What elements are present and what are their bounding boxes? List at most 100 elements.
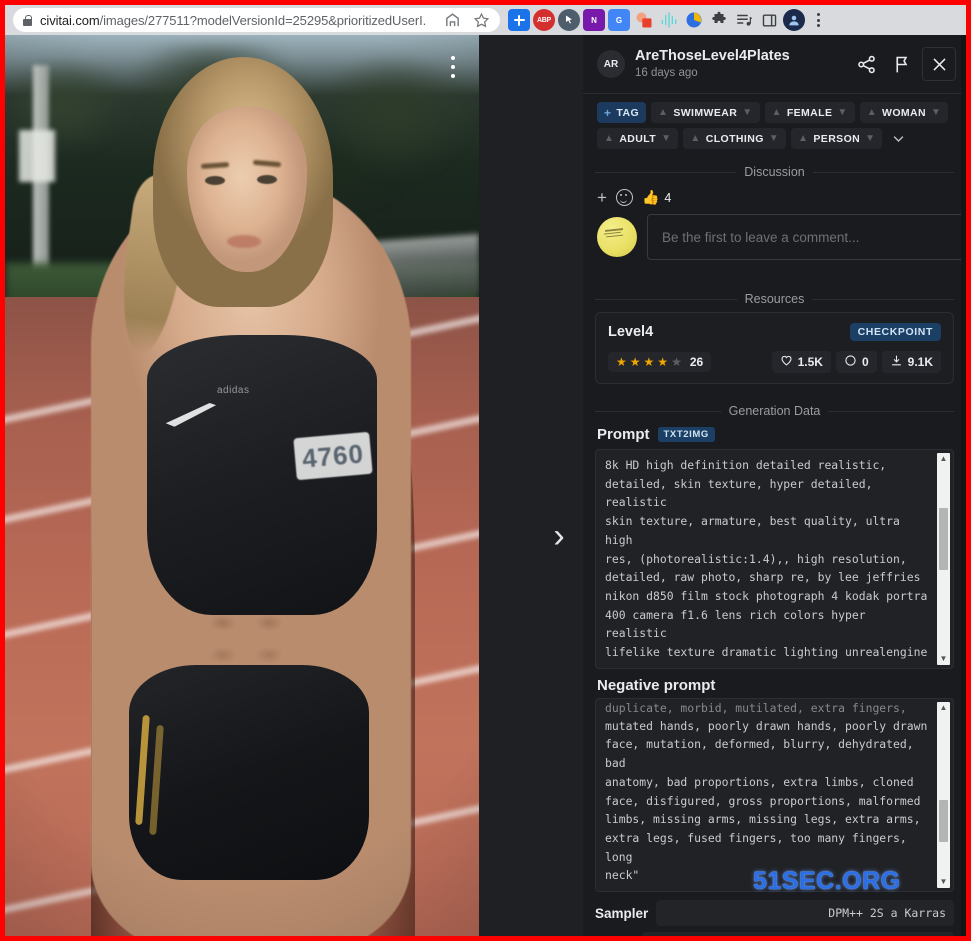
prompt-text: 8k HD high definition detailed realistic… <box>605 458 928 660</box>
chevron-down-icon[interactable] <box>887 128 909 149</box>
avatar[interactable]: AR <box>597 50 625 78</box>
resource-name[interactable]: Level4 <box>608 324 653 340</box>
scroll-up-arrow-icon[interactable]: ▲ <box>940 703 948 712</box>
comment-input[interactable]: Be the first to leave a comment... <box>647 214 966 260</box>
thumbs-up-reaction[interactable]: 👍 4 <box>642 189 671 206</box>
tag-label: SWIMWEAR <box>673 106 738 119</box>
negative-prompt-scrollbar[interactable]: ▲ ▼ <box>937 701 950 889</box>
google-translate-icon[interactable]: G <box>608 9 630 31</box>
address-bar[interactable]: civitai.com/images/277511?modelVersionId… <box>13 8 500 32</box>
tag-adult[interactable]: ▲ ADULT ▼ <box>597 128 679 149</box>
star-bookmark-icon[interactable] <box>473 12 490 29</box>
user-info: AreThoseLevel4Plates 16 days ago <box>635 47 790 80</box>
prompt-label: Prompt <box>597 426 650 443</box>
downvote-arrow-icon[interactable]: ▼ <box>931 107 941 118</box>
side-panel-icon[interactable] <box>758 9 780 31</box>
viewer-gutter <box>479 35 583 936</box>
tag-clothing[interactable]: ▲ CLOTHING ▼ <box>683 128 787 149</box>
next-image-chevron-icon[interactable]: › <box>539 511 579 561</box>
tag-label: TAG <box>616 106 640 119</box>
discussion-section-title: Discussion <box>583 157 966 185</box>
status-badge: CHECKPOINT <box>849 323 941 341</box>
close-icon[interactable] <box>922 47 956 81</box>
prompt-header: Prompt TXT2IMG <box>595 424 954 449</box>
browser-toolbar: civitai.com/images/277511?modelVersionId… <box>5 5 966 35</box>
race-bib-number: 4760 <box>293 431 373 481</box>
profile-avatar-icon[interactable] <box>783 9 805 31</box>
upvote-arrow-icon[interactable]: ▲ <box>867 107 877 118</box>
plus-icon: + <box>604 105 612 120</box>
extensions-strip: ABP N G <box>508 9 805 31</box>
downvote-arrow-icon[interactable]: ▼ <box>742 107 752 118</box>
emoji-smiley-icon[interactable] <box>615 189 633 206</box>
extensions-puzzle-icon[interactable] <box>708 9 730 31</box>
upvote-arrow-icon[interactable]: ▲ <box>658 107 668 118</box>
url-text: civitai.com/images/277511?modelVersionId… <box>40 12 426 28</box>
engagement-stats: 1.5K 0 9.1K <box>771 351 941 373</box>
tag-female[interactable]: ▲ FEMALE ▼ <box>764 102 855 123</box>
username[interactable]: AreThoseLevel4Plates <box>635 47 790 65</box>
negative-prompt-textarea[interactable]: duplicate, morbid, mutilated, extra fing… <box>595 697 954 893</box>
generated-image: adidas 4760 <box>5 35 479 936</box>
resources-section: Level4 CHECKPOINT ★ ★ ★ ★ ★ 26 1.5K 0 9.… <box>583 312 966 396</box>
details-header: AR AreThoseLevel4Plates 16 days ago <box>583 35 966 94</box>
share-page-icon[interactable] <box>444 12 461 29</box>
pie-extension-icon[interactable] <box>683 9 705 31</box>
reaction-count: 4 <box>664 190 672 205</box>
param-row-model: Model Level4_v5.0_fp16_baked_vae <box>595 932 954 936</box>
downvote-arrow-icon[interactable]: ▼ <box>865 133 875 144</box>
comment-row: Be the first to leave a comment... <box>597 214 966 260</box>
add-extension-icon[interactable] <box>508 9 530 31</box>
scrollbar-thumb[interactable] <box>939 799 948 842</box>
resource-card[interactable]: Level4 CHECKPOINT ★ ★ ★ ★ ★ 26 1.5K 0 9.… <box>595 312 954 384</box>
upvote-arrow-icon[interactable]: ▲ <box>604 133 614 144</box>
tag-woman[interactable]: ▲ WOMAN ▼ <box>859 102 949 123</box>
tag-list: + TAG ▲ SWIMWEAR ▼ ▲ FEMALE ▼ ▲ WOMAN ▼ <box>583 94 966 157</box>
header-actions <box>850 47 956 81</box>
comments-stat[interactable]: 0 <box>835 351 877 373</box>
negative-prompt-clipped-line-wrap: duplicate, morbid, mutilated, extra fing… <box>596 699 953 715</box>
browser-menu-kebab-icon[interactable] <box>809 9 827 31</box>
onenote-clipper-icon[interactable]: N <box>583 9 605 31</box>
rating-count: 26 <box>689 355 704 369</box>
adblock-plus-icon[interactable]: ABP <box>533 9 555 31</box>
page-scrollbar[interactable] <box>961 35 966 936</box>
upvote-arrow-icon[interactable]: ▲ <box>772 107 782 118</box>
image-options-kebab-icon[interactable] <box>443 47 463 87</box>
reading-list-icon[interactable] <box>733 9 755 31</box>
add-reaction-plus-icon[interactable]: + <box>597 189 607 206</box>
thumbs-up-icon: 👍 <box>641 189 660 205</box>
param-row-sampler: Sampler DPM++ 2S a Karras <box>595 900 954 927</box>
scroll-down-arrow-icon[interactable]: ▼ <box>940 878 948 886</box>
reaction-bar: + 👍 4 <box>597 185 966 214</box>
upvote-arrow-icon[interactable]: ▲ <box>690 133 700 144</box>
rating-stars[interactable]: ★ ★ ★ ★ ★ 26 <box>608 352 712 372</box>
add-tag-button[interactable]: + TAG <box>597 102 647 123</box>
shapes-extension-icon[interactable] <box>633 9 655 31</box>
scroll-down-arrow-icon[interactable]: ▼ <box>940 654 948 663</box>
likes-stat[interactable]: 1.5K <box>771 351 831 373</box>
flag-report-icon[interactable] <box>886 48 918 80</box>
generation-parameters: Sampler DPM++ 2S a Karras Model Level4_v… <box>583 892 966 936</box>
prompt-scrollbar[interactable]: ▲ ▼ <box>937 453 950 665</box>
downvote-arrow-icon[interactable]: ▼ <box>661 133 671 144</box>
star-icon-empty: ★ <box>671 355 682 369</box>
downvote-arrow-icon[interactable]: ▼ <box>837 107 847 118</box>
comments-count: 0 <box>861 355 869 369</box>
share-icon[interactable] <box>850 48 882 80</box>
discussion-section: + 👍 4 Be the first to leave a comment... <box>583 185 966 270</box>
scrollbar-thumb[interactable] <box>939 508 948 570</box>
scroll-up-arrow-icon[interactable]: ▲ <box>940 455 948 463</box>
downloads-stat[interactable]: 9.1K <box>881 351 941 373</box>
image-viewer-pane[interactable]: adidas 4760 <box>5 35 479 936</box>
tag-swimwear[interactable]: ▲ SWIMWEAR ▼ <box>651 102 760 123</box>
cursor-pointer-extension-icon[interactable] <box>558 9 580 31</box>
downvote-arrow-icon[interactable]: ▼ <box>769 133 779 144</box>
resource-stats: ★ ★ ★ ★ ★ 26 1.5K 0 9.1K <box>608 351 941 373</box>
tag-person[interactable]: ▲ PERSON ▼ <box>791 128 883 149</box>
waveform-extension-icon[interactable] <box>658 9 680 31</box>
prompt-textarea[interactable]: 8k HD high definition detailed realistic… <box>595 449 954 669</box>
negative-prompt-clipped-line: duplicate, morbid, mutilated, extra fing… <box>605 700 907 715</box>
upvote-arrow-icon[interactable]: ▲ <box>798 133 808 144</box>
avatar[interactable] <box>597 217 637 257</box>
